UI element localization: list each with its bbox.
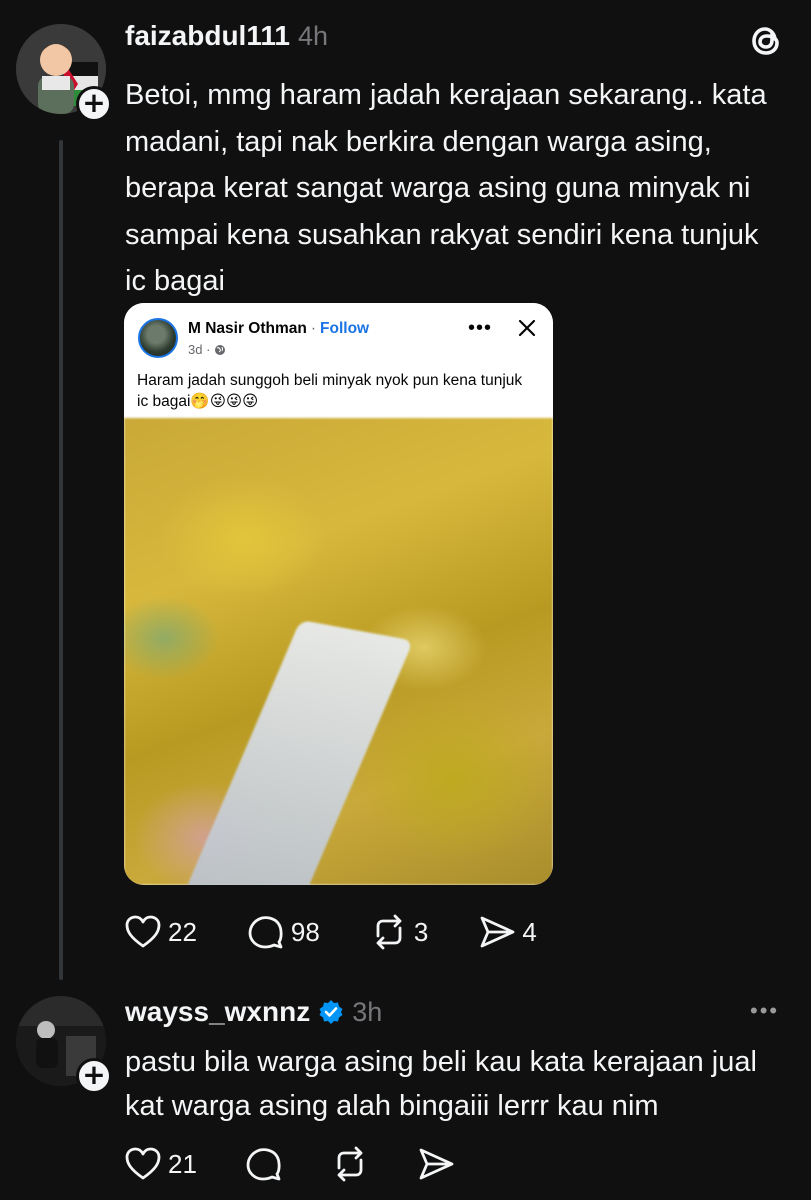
embedded-avatar [138,318,178,358]
share-icon [419,1148,454,1180]
share-icon [480,916,515,948]
reply-button[interactable]: 98 [247,914,320,950]
reply-body-text: pastu bila warga asing beli kau kata ker… [125,1046,757,1122]
embedded-author: M Nasir Othman [188,320,307,337]
post-header: faizabdul111 4h [125,20,328,60]
repost-icon [337,1146,363,1182]
thread-connector-line [59,140,63,980]
embedded-image[interactable]: M Nasir Othman · Follow 3d · ••• Haram j… [124,303,553,885]
share-count: 4 [522,916,537,947]
reply-repost-button[interactable] [331,1146,369,1182]
post-timestamp: 4h [297,21,329,51]
like-button[interactable]: 22 [124,914,197,950]
embedded-post-header: M Nasir Othman · Follow 3d · ••• Haram j… [124,303,553,418]
embedded-more-icon: ••• [468,317,493,339]
follow-plus-icon[interactable]: + [76,86,112,122]
cooking-oil-photo [124,418,553,885]
threads-logo-icon[interactable] [745,20,787,62]
comment-icon [248,916,283,949]
embedded-separator: · [310,320,317,337]
globe-icon [215,344,226,355]
post-actions: 22 98 3 4 [124,914,537,950]
comment-icon [246,1148,281,1181]
reply-like-button[interactable]: 21 [124,1146,197,1182]
reply-timestamp: 3h [352,996,383,1027]
share-button[interactable]: 4 [478,914,537,950]
heart-icon [125,1147,161,1180]
repost-count: 3 [413,916,429,947]
more-icon[interactable]: ••• [750,998,779,1024]
embedded-caption: Haram jadah sunggoh beli minyak nyok pun… [137,372,523,410]
reply-username[interactable]: wayss_wxnnz [125,996,310,1028]
reply-actions: 21 [124,1146,455,1182]
post-username[interactable]: faizabdul111 [125,20,290,52]
ic-card-shape [174,619,414,885]
embedded-age: 3d · [188,342,211,357]
like-count: 22 [168,916,197,947]
repost-button[interactable]: 3 [370,914,428,950]
reply-count: 98 [290,916,320,947]
close-icon [518,319,536,337]
reply-follow-plus-icon[interactable]: + [76,1058,112,1094]
repost-icon [376,914,402,950]
threads-post-view: + faizabdul111 4h Betoi, mmg haram jadah… [0,0,811,1200]
reply-comment-button[interactable] [245,1146,283,1182]
reply-share-button[interactable] [417,1146,455,1182]
reply-like-count: 21 [168,1148,197,1179]
post-body-text: Betoi, mmg haram jadah kerajaan sekarang… [125,79,767,297]
reply-header: wayss_wxnnz 3h [125,992,382,1032]
verified-icon [319,1000,343,1024]
heart-icon [125,915,161,948]
embedded-follow-label: Follow [320,320,370,337]
